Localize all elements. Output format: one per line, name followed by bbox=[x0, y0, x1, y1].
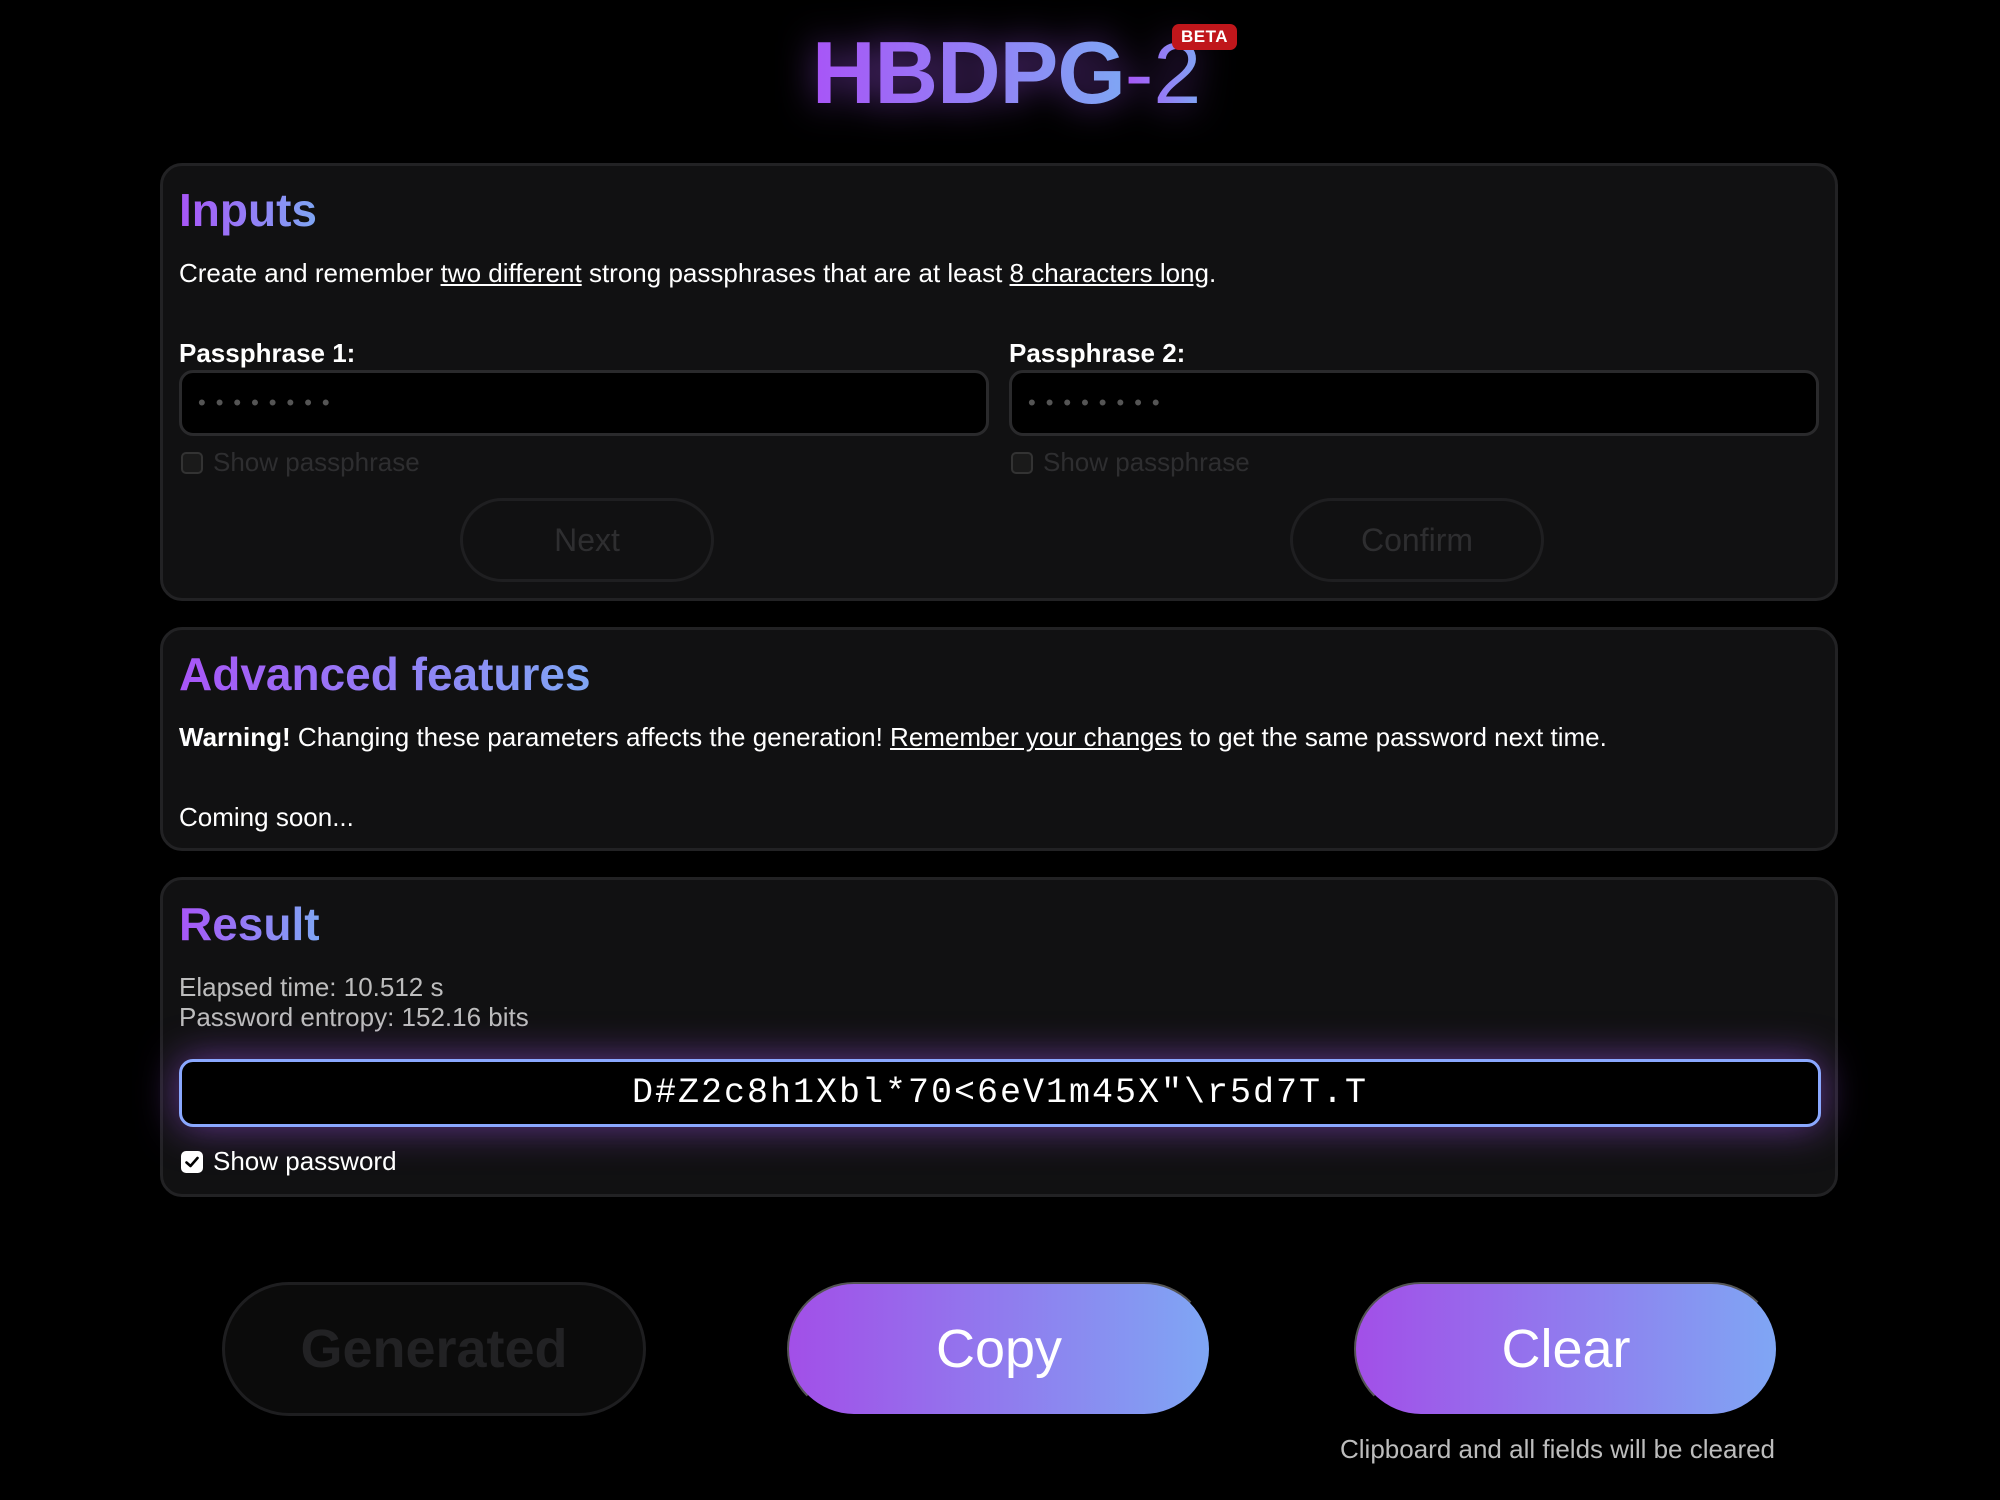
advanced-features-panel: Advanced features Warning! Changing thes… bbox=[160, 627, 1838, 851]
inputs-title: Inputs bbox=[179, 184, 317, 236]
desc-text: strong passphrases that are at least bbox=[581, 258, 1010, 288]
desc-text: . bbox=[1208, 258, 1217, 288]
app-logo: HBDPG -2 bbox=[812, 22, 1201, 122]
checkbox-checked-icon[interactable] bbox=[181, 1150, 203, 1173]
clear-button[interactable]: Clear bbox=[1354, 1282, 1778, 1416]
desc-text: Create and remember bbox=[179, 258, 441, 288]
show-passphrase-2-toggle[interactable]: Show passphrase bbox=[1011, 447, 1250, 478]
clear-hint-text: Clipboard and all fields will be cleared bbox=[1340, 1434, 1776, 1464]
warning-label: Warning! bbox=[179, 722, 291, 752]
inputs-panel: Inputs Create and remember two different… bbox=[160, 163, 1838, 601]
warning-text: Changing these parameters affects the ge… bbox=[290, 722, 891, 752]
coming-soon-text: Coming soon... bbox=[179, 802, 354, 832]
desc-emphasis-length: 8 characters long bbox=[1009, 258, 1209, 288]
passphrase-2-label: Passphrase 2: bbox=[1009, 338, 1186, 368]
generated-button[interactable]: Generated bbox=[222, 1282, 646, 1416]
show-passphrase-1-toggle[interactable]: Show passphrase bbox=[181, 447, 420, 478]
generated-password-field[interactable]: D#Z2c8h1Xbl*70<6eV1m45X"\r5d7T.T bbox=[179, 1059, 1821, 1127]
result-panel: Result Elapsed time: 10.512 s Password e… bbox=[160, 877, 1838, 1197]
checkbox-icon[interactable] bbox=[1011, 451, 1033, 474]
result-meta: Elapsed time: 10.512 s Password entropy:… bbox=[179, 972, 529, 1032]
confirm-button[interactable]: Confirm bbox=[1290, 498, 1544, 582]
show-password-label: Show password bbox=[213, 1146, 397, 1176]
passphrase-1-label: Passphrase 1: bbox=[179, 338, 356, 368]
warning-emphasis: Remember your changes bbox=[890, 722, 1182, 752]
elapsed-time: Elapsed time: 10.512 s bbox=[179, 972, 444, 1002]
beta-badge: BETA bbox=[1172, 24, 1238, 50]
advanced-title: Advanced features bbox=[179, 648, 591, 700]
next-button[interactable]: Next bbox=[460, 498, 714, 582]
desc-emphasis-two-different: two different bbox=[440, 258, 582, 288]
password-entropy: Password entropy: 152.16 bits bbox=[179, 1002, 529, 1032]
passphrase-1-input[interactable]: •••••••• bbox=[179, 370, 989, 436]
logo-main-text: HBDPG bbox=[812, 23, 1126, 122]
result-title: Result bbox=[179, 898, 320, 950]
copy-button[interactable]: Copy bbox=[787, 1282, 1211, 1416]
passphrase-2-input[interactable]: •••••••• bbox=[1009, 370, 1819, 436]
warning-text: to get the same password next time. bbox=[1181, 722, 1607, 752]
show-password-toggle[interactable]: Show password bbox=[181, 1146, 397, 1177]
show-passphrase-1-label: Show passphrase bbox=[213, 447, 420, 477]
checkbox-icon[interactable] bbox=[181, 451, 203, 474]
inputs-description: Create and remember two different strong… bbox=[179, 258, 1216, 289]
show-passphrase-2-label: Show passphrase bbox=[1043, 447, 1250, 477]
advanced-warning: Warning! Changing these parameters affec… bbox=[179, 722, 1607, 753]
